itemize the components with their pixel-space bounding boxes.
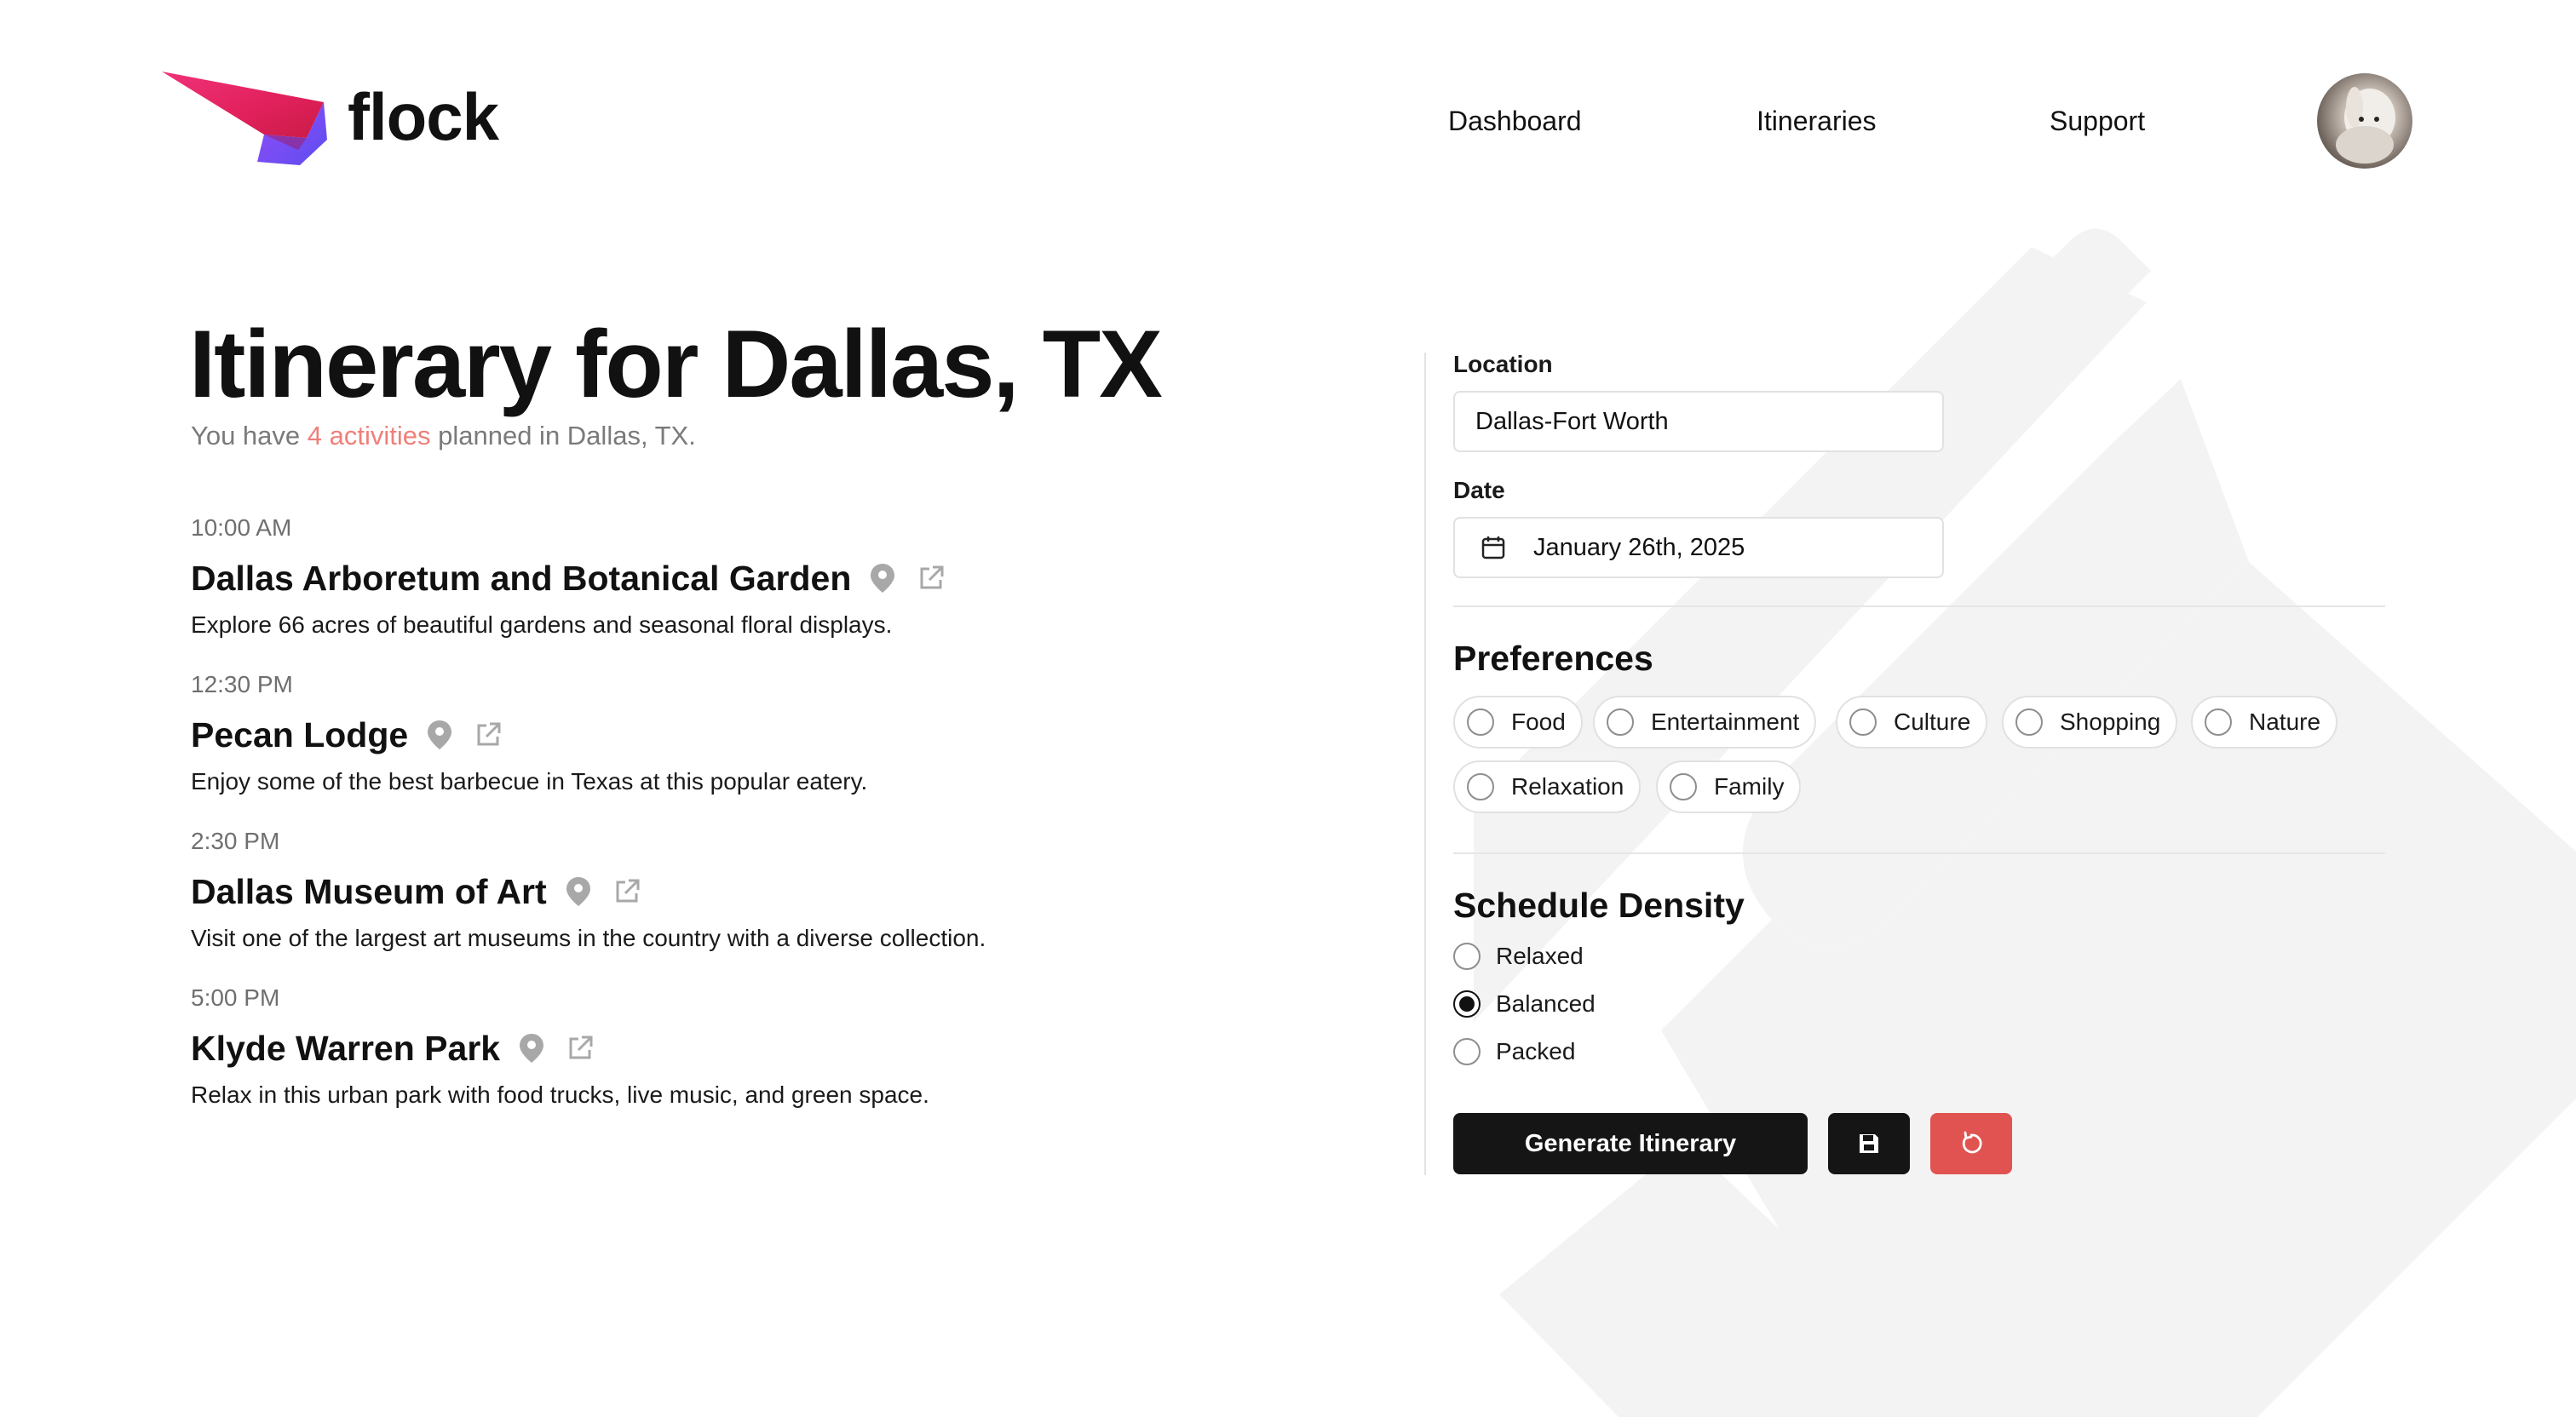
activity-name: Dallas Museum of Art [191,871,547,911]
radio-ring [1453,1038,1481,1065]
density-balanced[interactable]: Balanced [1453,990,1596,1018]
activity-description: Relax in this urban park with food truck… [191,1081,929,1108]
generate-itinerary-button[interactable]: Generate Itinerary [1453,1113,1808,1174]
nav-dashboard[interactable]: Dashboard [1448,106,1582,137]
activity-name: Klyde Warren Park [191,1028,501,1068]
chip-label: Family [1714,773,1785,800]
external-link-icon[interactable] [613,878,641,905]
preference-entertainment[interactable]: Entertainment [1593,696,1817,749]
avatar-image [2336,87,2395,164]
section-divider [1453,852,2385,854]
activity-name: Pecan Lodge [191,714,409,754]
itinerary-summary: You have 4 activities planned in Dallas,… [191,421,696,451]
checkbox-ring [1467,708,1494,736]
radio-label: Packed [1496,1038,1576,1064]
radio-ring-selected [1453,990,1481,1018]
activity-item: 12:30 PM Pecan Lodge Enjoy some of the b… [191,673,867,795]
chip-label: Nature [2249,708,2321,735]
map-pin-icon[interactable] [870,563,895,594]
checkbox-ring [2205,708,2232,736]
activity-item: 5:00 PM Klyde Warren Park Relax in this … [191,986,929,1109]
map-pin-icon[interactable] [519,1033,544,1064]
save-icon [1860,1134,1878,1153]
calendar-icon [1481,536,1505,559]
map-pin-icon[interactable] [566,876,591,907]
activity-description: Enjoy some of the best barbecue in Texas… [191,768,868,795]
activity-time: 2:30 PM [191,828,280,854]
checkbox-ring [1849,708,1877,736]
radio-ring [1453,943,1481,970]
chip-label: Food [1511,708,1566,735]
map-pin-icon[interactable] [427,720,452,750]
date-value: January 26th, 2025 [1533,533,1745,561]
preference-family[interactable]: Family [1656,760,1802,813]
chip-label: Shopping [2060,708,2161,735]
external-link-icon[interactable] [474,721,502,749]
radio-label: Balanced [1496,990,1596,1017]
activity-item: 2:30 PM Dallas Museum of Art Visit one o… [191,829,986,952]
location-label: Location [1453,351,1553,377]
date-picker[interactable]: January 26th, 2025 [1453,517,1944,578]
activity-time: 5:00 PM [191,984,280,1011]
preference-culture[interactable]: Culture [1836,696,1988,749]
activity-name: Dallas Arboretum and Botanical Garden [191,558,852,598]
column-divider [1424,353,1426,1175]
reset-icon [1962,1131,1982,1154]
summary-suffix: planned in Dallas, TX. [430,421,696,450]
save-button[interactable] [1828,1113,1910,1174]
checkbox-ring [1670,773,1697,800]
logo[interactable] [162,72,332,169]
chip-label: Culture [1894,708,1971,735]
checkbox-ring [1607,708,1634,736]
flock-logo-icon [162,72,327,165]
density-relaxed[interactable]: Relaxed [1453,943,1584,970]
external-link-icon[interactable] [566,1035,594,1062]
brand-name[interactable]: flock [348,83,499,150]
preference-shopping[interactable]: Shopping [2002,696,2178,749]
radio-label: Relaxed [1496,943,1584,969]
preferences-title: Preferences [1453,639,1653,678]
activity-description: Explore 66 acres of beautiful gardens an… [191,611,893,638]
preference-nature[interactable]: Nature [2191,696,2338,749]
summary-prefix: You have [191,421,308,450]
schedule-density-title: Schedule Density [1453,886,1745,925]
chip-label: Relaxation [1511,773,1624,800]
location-input[interactable]: Dallas-Fort Worth [1453,391,1944,452]
activity-description: Visit one of the largest art museums in … [191,925,986,951]
activity-time: 12:30 PM [191,671,293,697]
preference-food[interactable]: Food [1453,696,1583,749]
activity-time: 10:00 AM [191,514,292,541]
activity-item: 10:00 AM Dallas Arboretum and Botanical … [191,516,945,639]
checkbox-ring [2015,708,2043,736]
preference-relaxation[interactable]: Relaxation [1453,760,1642,813]
density-packed[interactable]: Packed [1453,1038,1575,1065]
chip-label: Entertainment [1651,708,1800,735]
page-title: Itinerary for Dallas, TX [189,311,1163,417]
checkbox-ring [1467,773,1494,800]
reset-button[interactable] [1930,1113,2012,1174]
nav-itineraries[interactable]: Itineraries [1757,106,1877,137]
nav-support[interactable]: Support [2050,106,2145,137]
external-link-icon[interactable] [917,565,945,592]
activity-count[interactable]: 4 activities [308,421,431,450]
date-label: Date [1453,477,1505,503]
user-avatar[interactable] [2317,73,2412,169]
section-divider [1453,605,2385,607]
